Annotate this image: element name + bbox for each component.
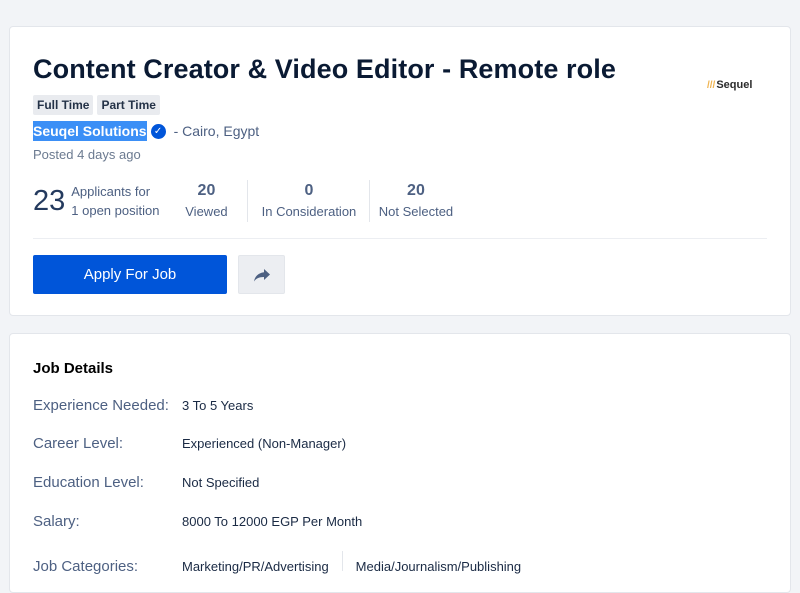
applicants-label-line2: 1 open position	[71, 203, 160, 218]
detail-value: 8000 To 12000 EGP Per Month	[182, 514, 363, 529]
company-line: Seuqel Solutions ✓ - Cairo, Egypt	[33, 121, 259, 141]
job-title: Content Creator & Video Editor - Remote …	[33, 54, 616, 84]
detail-row-categories: Job Categories: Marketing/PR/Advertising…	[33, 551, 521, 575]
not-selected-count: 20	[407, 182, 425, 199]
share-button[interactable]	[238, 255, 285, 294]
applicants-label-line1: Applicants for	[71, 184, 151, 199]
detail-label: Experience Needed:	[33, 397, 169, 414]
posted-date: Posted 4 days ago	[33, 147, 141, 162]
job-type-tags: Full Time Part Time	[33, 95, 160, 115]
category-separator	[341, 551, 343, 571]
company-link[interactable]: Seuqel Solutions	[33, 121, 147, 141]
company-logo[interactable]: /// Sequel	[707, 79, 752, 91]
verified-check-icon: ✓	[150, 123, 166, 139]
share-icon	[253, 268, 270, 281]
applicants-count: 23	[33, 184, 66, 217]
applicants-stat: 23 Applicants for 1 open position	[33, 182, 159, 220]
detail-row-experience: Experience Needed: 3 To 5 Years	[33, 397, 253, 414]
applicant-stats: 23 Applicants for 1 open position 20 Vie…	[33, 179, 461, 223]
detail-row-salary: Salary: 8000 To 12000 EGP Per Month	[33, 513, 362, 530]
category-link[interactable]: Marketing/PR/Advertising	[182, 559, 329, 574]
logo-text: Sequel	[716, 79, 753, 91]
detail-value: 3 To 5 Years	[182, 398, 254, 413]
consideration-count: 0	[304, 182, 314, 199]
job-header-card: Content Creator & Video Editor - Remote …	[9, 26, 791, 316]
detail-value: Not Specified	[182, 475, 260, 490]
consideration-label: In Consideration	[261, 204, 357, 219]
detail-row-career-level: Career Level: Experienced (Non-Manager)	[33, 435, 346, 452]
viewed-label: Viewed	[185, 204, 228, 219]
job-location: - Cairo, Egypt	[173, 123, 260, 139]
tag-part-time[interactable]: Part Time	[97, 95, 160, 115]
sequel-logo-icon: ///	[707, 79, 716, 91]
detail-value: Experienced (Non-Manager)	[182, 436, 347, 451]
category-link[interactable]: Media/Journalism/Publishing	[356, 559, 521, 574]
detail-row-education: Education Level: Not Specified	[33, 474, 259, 491]
detail-label: Salary:	[33, 513, 80, 530]
viewed-count: 20	[197, 182, 216, 199]
job-details-card: Job Details Experience Needed: 3 To 5 Ye…	[9, 333, 791, 593]
apply-for-job-button[interactable]: Apply For Job	[33, 255, 227, 294]
detail-label: Education Level:	[33, 474, 144, 491]
tag-full-time[interactable]: Full Time	[33, 95, 94, 115]
not-selected-label: Not Selected	[378, 204, 454, 219]
divider	[33, 238, 767, 239]
not-selected-stat: 20 Not Selected	[369, 180, 461, 222]
consideration-stat: 0 In Consideration	[247, 180, 369, 222]
detail-label: Career Level:	[33, 435, 124, 452]
viewed-stat: 20 Viewed	[165, 180, 247, 222]
detail-label: Job Categories:	[33, 558, 139, 575]
job-details-heading: Job Details	[33, 360, 114, 377]
